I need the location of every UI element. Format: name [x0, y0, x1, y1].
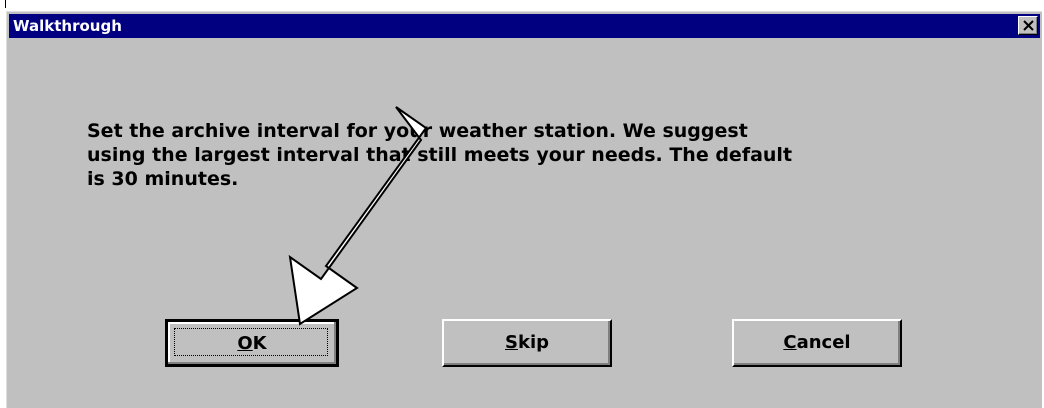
- screen: Walkthrough Set the archive interval for…: [0, 0, 1044, 408]
- text-caret: [5, 0, 6, 8]
- skip-button[interactable]: Skip: [442, 319, 612, 367]
- cancel-button[interactable]: Cancel: [732, 319, 902, 367]
- close-button[interactable]: [1018, 16, 1038, 35]
- dialog-message: Set the archive interval for your weathe…: [87, 120, 793, 190]
- ok-button-label: OK: [237, 333, 267, 354]
- dialog-title: Walkthrough: [13, 17, 122, 35]
- skip-button-label: Skip: [505, 332, 549, 353]
- walkthrough-dialog: Walkthrough Set the archive interval for…: [6, 11, 1042, 408]
- title-bar[interactable]: Walkthrough: [9, 14, 1040, 38]
- close-icon: [1023, 20, 1034, 31]
- cancel-button-label: Cancel: [783, 332, 851, 353]
- ok-button[interactable]: OK: [165, 319, 339, 367]
